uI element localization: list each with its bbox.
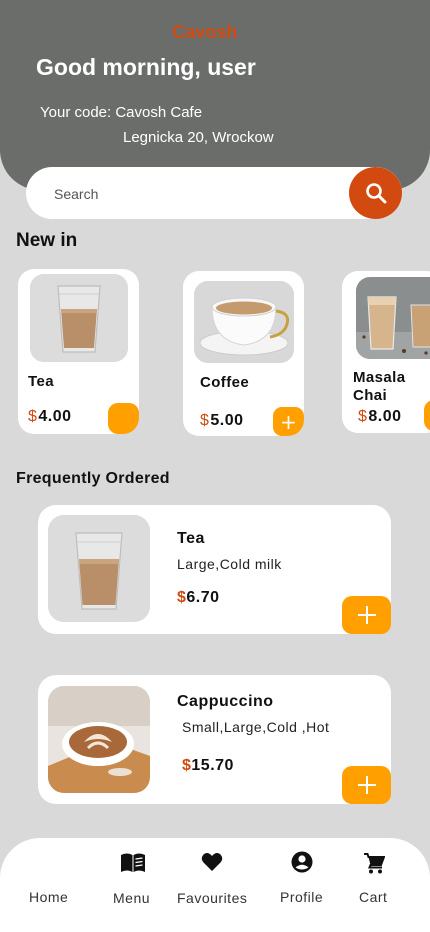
product-price: $5.00: [200, 412, 244, 430]
masala-chai-image: [356, 277, 430, 359]
nav-home[interactable]: Home: [20, 878, 80, 914]
price-value: 5.00: [210, 412, 244, 429]
tea-image: [30, 274, 128, 362]
frequent-item-options: Large,Cold milk: [177, 556, 282, 572]
nav-cart[interactable]: Cart: [348, 850, 400, 910]
currency-symbol: $: [182, 757, 192, 774]
new-in-title: New in: [16, 230, 78, 251]
product-card-coffee[interactable]: Coffee $5.00 +: [183, 271, 304, 436]
search-button[interactable]: [349, 167, 402, 219]
frequent-item-cappuccino[interactable]: Cappuccino Small,Large,Cold ,Hot $15.70: [38, 675, 391, 804]
frequent-item-price: $15.70: [182, 757, 234, 775]
currency-symbol: $: [200, 412, 210, 429]
product-card-masala-chai[interactable]: Masala Chai $8.00: [342, 271, 430, 433]
tea-image: [48, 515, 150, 622]
cart-icon: [364, 853, 385, 874]
nav-label: Home: [29, 889, 69, 905]
search-icon: [365, 183, 386, 204]
search-bar: [26, 167, 402, 219]
product-name: Tea: [28, 373, 54, 390]
add-to-cart-button[interactable]: +: [273, 407, 304, 436]
coffee-image: [194, 281, 294, 363]
price-value: 4.00: [38, 408, 72, 425]
currency-symbol: $: [358, 408, 368, 425]
bottom-navigation: Home Menu Favourites Profile Cart: [0, 838, 430, 932]
product-price: $4.00: [28, 408, 72, 426]
price-value: 15.70: [191, 757, 234, 774]
heart-icon: [201, 853, 223, 871]
profile-icon: [291, 851, 313, 873]
frequently-ordered-title: Frequently Ordered: [16, 470, 170, 487]
price-value: 6.70: [186, 589, 220, 606]
cappuccino-image: [48, 686, 150, 793]
frequent-item-name: Cappuccino: [177, 693, 274, 710]
frequent-item-price: $6.70: [177, 589, 220, 607]
user-code: Your code: Cavosh Cafe: [40, 104, 203, 121]
nav-profile[interactable]: Profile: [272, 850, 332, 910]
price-value: 8.00: [368, 408, 402, 425]
product-price: $8.00: [358, 408, 402, 426]
frequent-item-tea[interactable]: Tea Large,Cold milk $6.70: [38, 505, 391, 634]
brand-name: Cavosh: [172, 22, 238, 42]
add-to-cart-button[interactable]: [424, 400, 430, 431]
nav-menu[interactable]: Menu: [106, 850, 160, 910]
nav-label: Profile: [280, 889, 324, 905]
greeting-text: Good morning, user: [36, 54, 256, 80]
product-name: Masala Chai: [353, 369, 406, 404]
product-card-tea[interactable]: Tea $4.00: [18, 269, 139, 434]
nav-label: Menu: [113, 890, 151, 906]
frequent-item-options: Small,Large,Cold ,Hot: [182, 719, 330, 735]
nav-label: Cart: [359, 889, 388, 905]
menu-book-icon: [121, 853, 145, 872]
plus-icon: [357, 776, 376, 794]
add-to-cart-button[interactable]: [342, 766, 391, 804]
nav-label: Favourites: [177, 890, 248, 906]
plus-icon: +: [280, 409, 297, 434]
nav-favourites[interactable]: Favourites: [172, 850, 252, 910]
currency-symbol: $: [177, 589, 187, 606]
currency-symbol: $: [28, 408, 38, 425]
cafe-address: Legnicka 20, Wrockow: [123, 129, 274, 146]
product-name: Coffee: [200, 374, 250, 391]
search-input[interactable]: [52, 181, 356, 207]
add-to-cart-button[interactable]: [108, 403, 139, 434]
frequent-item-name: Tea: [177, 530, 205, 547]
plus-icon: [357, 606, 376, 624]
add-to-cart-button[interactable]: [342, 596, 391, 634]
